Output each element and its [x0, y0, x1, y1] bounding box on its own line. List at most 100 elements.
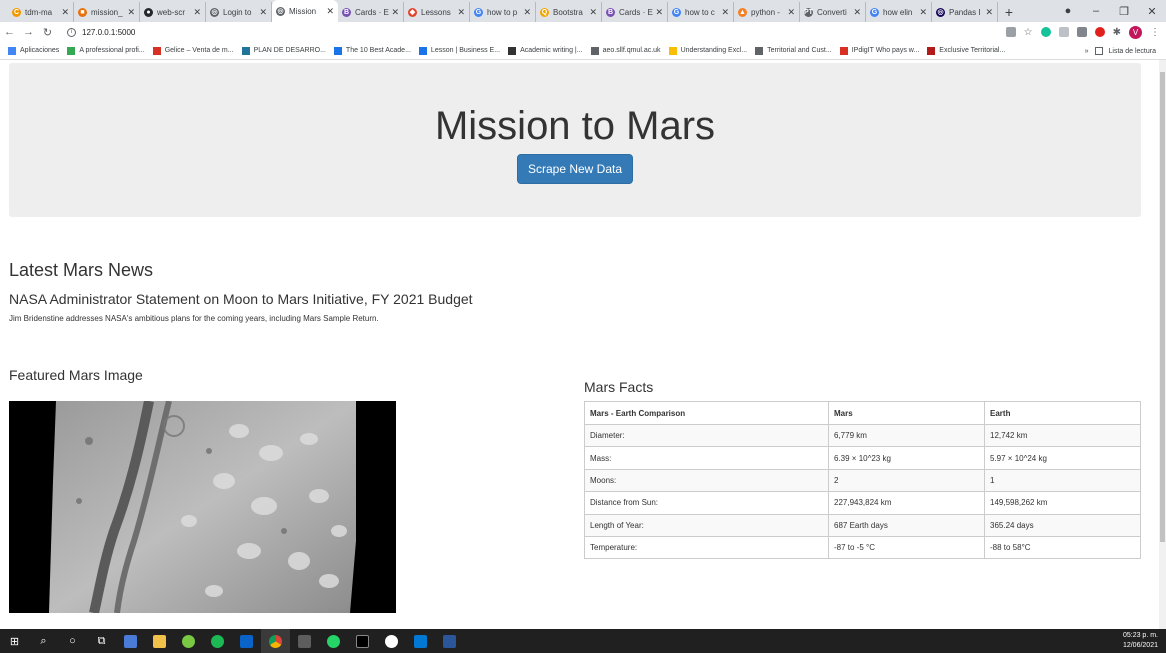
browser-tab[interactable]: Ghow to p ✕ — [470, 2, 536, 22]
vscode-icon[interactable] — [406, 629, 435, 653]
table-cell: 1 — [984, 468, 1141, 493]
column-header: Mars - Earth Comparison — [584, 401, 829, 425]
bookmark-item[interactable]: The 10 Best Acade... — [333, 46, 411, 55]
close-tab-icon[interactable]: ✕ — [61, 7, 69, 18]
tab-favicon-icon: B — [342, 7, 351, 17]
bookmark-item[interactable]: A professional profi... — [67, 46, 145, 55]
close-tab-icon[interactable]: ✕ — [985, 7, 993, 18]
close-tab-icon[interactable]: ✕ — [853, 7, 861, 18]
browser-tab[interactable]: PT Converti ✕ — [800, 2, 866, 22]
bookmark-item[interactable]: PLAN DE DESARRO... — [241, 46, 326, 55]
new-tab-button[interactable]: + — [998, 2, 1020, 22]
close-tab-icon[interactable]: ✕ — [721, 7, 729, 18]
browser-tab[interactable]: B Cards · E ✕ — [338, 2, 404, 22]
bookmark-label: Aplicaciones — [20, 47, 60, 54]
close-tab-icon[interactable]: ✕ — [127, 7, 135, 18]
table-cell: Diameter: — [584, 423, 829, 448]
scrape-new-data-button[interactable]: Scrape New Data — [516, 154, 634, 184]
minimize-icon[interactable]: – — [1082, 5, 1110, 17]
bookmark-favicon-icon — [839, 46, 848, 55]
table-cell: 12,742 km — [984, 423, 1141, 448]
url-field[interactable]: i 127.0.0.1:5000 — [67, 27, 135, 37]
close-tab-icon[interactable]: ✕ — [326, 6, 334, 17]
browser-tab[interactable]: ◎ Pandas I ✕ — [932, 2, 998, 22]
close-tab-icon[interactable]: ✕ — [259, 7, 267, 18]
browser-tab[interactable]: ● web-scr ✕ — [140, 2, 206, 22]
word-icon[interactable] — [435, 629, 464, 653]
grammarly-icon[interactable] — [1040, 27, 1051, 37]
scrollbar-thumb[interactable] — [1160, 72, 1165, 542]
bookmark-item[interactable]: Aplicaciones — [8, 46, 60, 55]
close-tab-icon[interactable]: ✕ — [919, 7, 927, 18]
more-bookmarks-icon[interactable]: » — [1085, 48, 1089, 55]
chrome-icon[interactable] — [261, 629, 290, 653]
windows-start-icon[interactable]: ⊞ — [0, 629, 29, 653]
bookmark-favicon-icon — [152, 46, 161, 55]
browser-tab[interactable]: Q Bootstra ✕ — [536, 2, 602, 22]
system-clock[interactable]: 05:23 p. m. 12/06/2021 — [1123, 631, 1158, 651]
table-row: Mass: 6.39 × 10^23 kg 5.97 × 10^24 kg — [584, 446, 1141, 470]
bookmark-item[interactable]: Academic writing |... — [508, 46, 583, 55]
close-tab-icon[interactable]: ✕ — [589, 7, 597, 18]
bookmark-item[interactable]: Lesson | Business E... — [418, 46, 500, 55]
browser-tab[interactable]: ■ mission_ ✕ — [74, 2, 140, 22]
tab-favicon-icon: ◎ — [210, 7, 219, 17]
close-tab-icon[interactable]: ✕ — [193, 7, 201, 18]
browser-tab[interactable]: Ctdm-ma ✕ — [8, 2, 74, 22]
extensions-puzzle-icon[interactable]: ✱ — [1113, 27, 1121, 38]
menu-kebab-icon[interactable]: ⋮ — [1150, 27, 1160, 38]
bookmark-item[interactable]: Territorial and Cust... — [755, 46, 832, 55]
browser-tab[interactable]: ▲ python - ✕ — [734, 2, 800, 22]
restore-icon[interactable]: ❐ — [1110, 5, 1138, 18]
app-download-icon[interactable] — [377, 629, 406, 653]
bookmark-favicon-icon — [8, 46, 16, 55]
reload-icon[interactable]: ↻ — [38, 26, 57, 39]
search-icon[interactable]: ⌕ — [29, 629, 58, 653]
close-tab-icon[interactable]: ✕ — [787, 7, 795, 18]
cortana-icon[interactable]: ○ — [58, 629, 87, 653]
back-icon[interactable]: ← — [0, 26, 19, 38]
bookmark-item[interactable]: Understanding Excl... — [668, 46, 747, 55]
task-view-icon[interactable]: ⧉ — [87, 629, 116, 653]
bookmark-item[interactable]: Exclusive Territorial... — [927, 46, 1005, 55]
close-tab-icon[interactable]: ✕ — [457, 7, 465, 18]
browser-tab[interactable]: ◎ Mission ✕ — [272, 0, 338, 22]
close-window-icon[interactable]: ✕ — [1138, 5, 1166, 18]
extension-doc-icon[interactable] — [1058, 27, 1069, 37]
bookmark-star-icon[interactable]: ☆ — [1024, 27, 1033, 38]
close-tab-icon[interactable]: ✕ — [523, 7, 531, 18]
bookmark-item[interactable]: IPdigIT Who pays w... — [839, 46, 919, 55]
browser-tab[interactable]: Ghow to c ✕ — [668, 2, 734, 22]
bookmark-item[interactable]: aeo.sllf.qmul.ac.uk — [590, 46, 661, 55]
spotify-icon[interactable] — [203, 629, 232, 653]
table-cell: Length of Year: — [584, 513, 829, 537]
close-tab-icon[interactable]: ✕ — [655, 7, 663, 18]
page-scrollbar[interactable] — [1159, 60, 1166, 629]
column-header: Mars — [828, 401, 985, 425]
browser-tab[interactable]: B Cards · E ✕ — [602, 2, 668, 22]
translate-icon[interactable] — [1005, 27, 1016, 37]
browser-tab[interactable]: Ghow elin ✕ — [866, 2, 932, 22]
extension-ai-icon[interactable] — [1076, 27, 1087, 37]
terminal-icon[interactable] — [348, 629, 377, 653]
tab-title: Pandas I — [949, 7, 981, 17]
table-row: Distance from Sun: 227,943,824 km 149,598,… — [584, 491, 1141, 515]
opera-icon[interactable] — [1094, 27, 1105, 37]
close-tab-icon[interactable]: ✕ — [391, 7, 399, 18]
browser-tab[interactable]: ◆ Lessons ✕ — [404, 2, 470, 22]
tab-title: Cards · E — [355, 7, 389, 17]
site-info-icon[interactable]: i — [67, 27, 76, 37]
profile-avatar[interactable]: V — [1129, 25, 1142, 39]
tab-search-icon[interactable]: ● — [1054, 5, 1082, 17]
bookmark-favicon-icon — [927, 46, 936, 55]
bookmark-item[interactable]: Gelice – Venta de m... — [152, 46, 234, 55]
reading-list-link[interactable]: Lista de lectura — [1109, 48, 1156, 55]
whatsapp-icon[interactable] — [319, 629, 348, 653]
store-icon[interactable] — [116, 629, 145, 653]
outlook-icon[interactable] — [232, 629, 261, 653]
forward-icon[interactable]: → — [19, 26, 38, 38]
calculator-icon[interactable] — [290, 629, 319, 653]
browser-tab[interactable]: ◎ Login to ✕ — [206, 2, 272, 22]
file-explorer-icon[interactable] — [145, 629, 174, 653]
app-icon[interactable] — [174, 629, 203, 653]
